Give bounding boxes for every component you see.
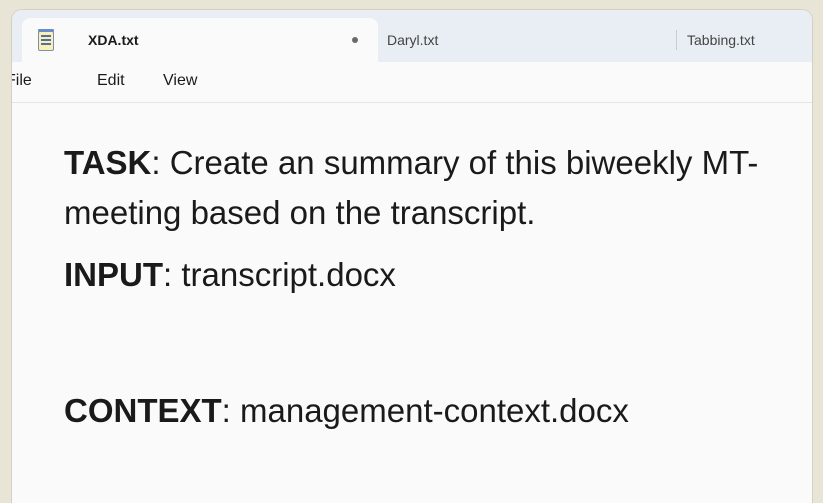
context-paragraph: CONTEXT: management-context.docx bbox=[64, 386, 794, 436]
notepad-window: XDA.txt Daryl.txt Tabbing.txt File Edit … bbox=[12, 10, 812, 503]
menu-view[interactable]: View bbox=[163, 72, 197, 90]
input-paragraph: INPUT: transcript.docx bbox=[64, 250, 794, 300]
task-paragraph: TASK: Create an summary of this biweekly… bbox=[64, 138, 794, 238]
tab-daryl[interactable]: Daryl.txt bbox=[387, 32, 438, 48]
task-text: : Create an summary of this biweekly MT-… bbox=[64, 144, 759, 231]
menu-edit[interactable]: Edit bbox=[97, 72, 125, 90]
input-label: INPUT bbox=[64, 256, 163, 293]
tab-separator bbox=[676, 30, 677, 50]
unsaved-dot-icon bbox=[352, 37, 358, 43]
tab-bar: XDA.txt Daryl.txt Tabbing.txt bbox=[12, 10, 812, 62]
input-text: : transcript.docx bbox=[163, 256, 396, 293]
menu-bar: File Edit View bbox=[12, 62, 812, 103]
tab-xda[interactable]: XDA.txt bbox=[22, 18, 378, 62]
task-label: TASK bbox=[64, 144, 152, 181]
tab-label-xda: XDA.txt bbox=[88, 32, 139, 48]
menu-file[interactable]: File bbox=[12, 72, 32, 90]
notepad-icon bbox=[38, 29, 54, 51]
editor-text-area[interactable]: TASK: Create an summary of this biweekly… bbox=[64, 138, 794, 436]
context-text: : management-context.docx bbox=[221, 392, 629, 429]
tab-tabbing[interactable]: Tabbing.txt bbox=[687, 32, 755, 48]
context-label: CONTEXT bbox=[64, 392, 222, 429]
